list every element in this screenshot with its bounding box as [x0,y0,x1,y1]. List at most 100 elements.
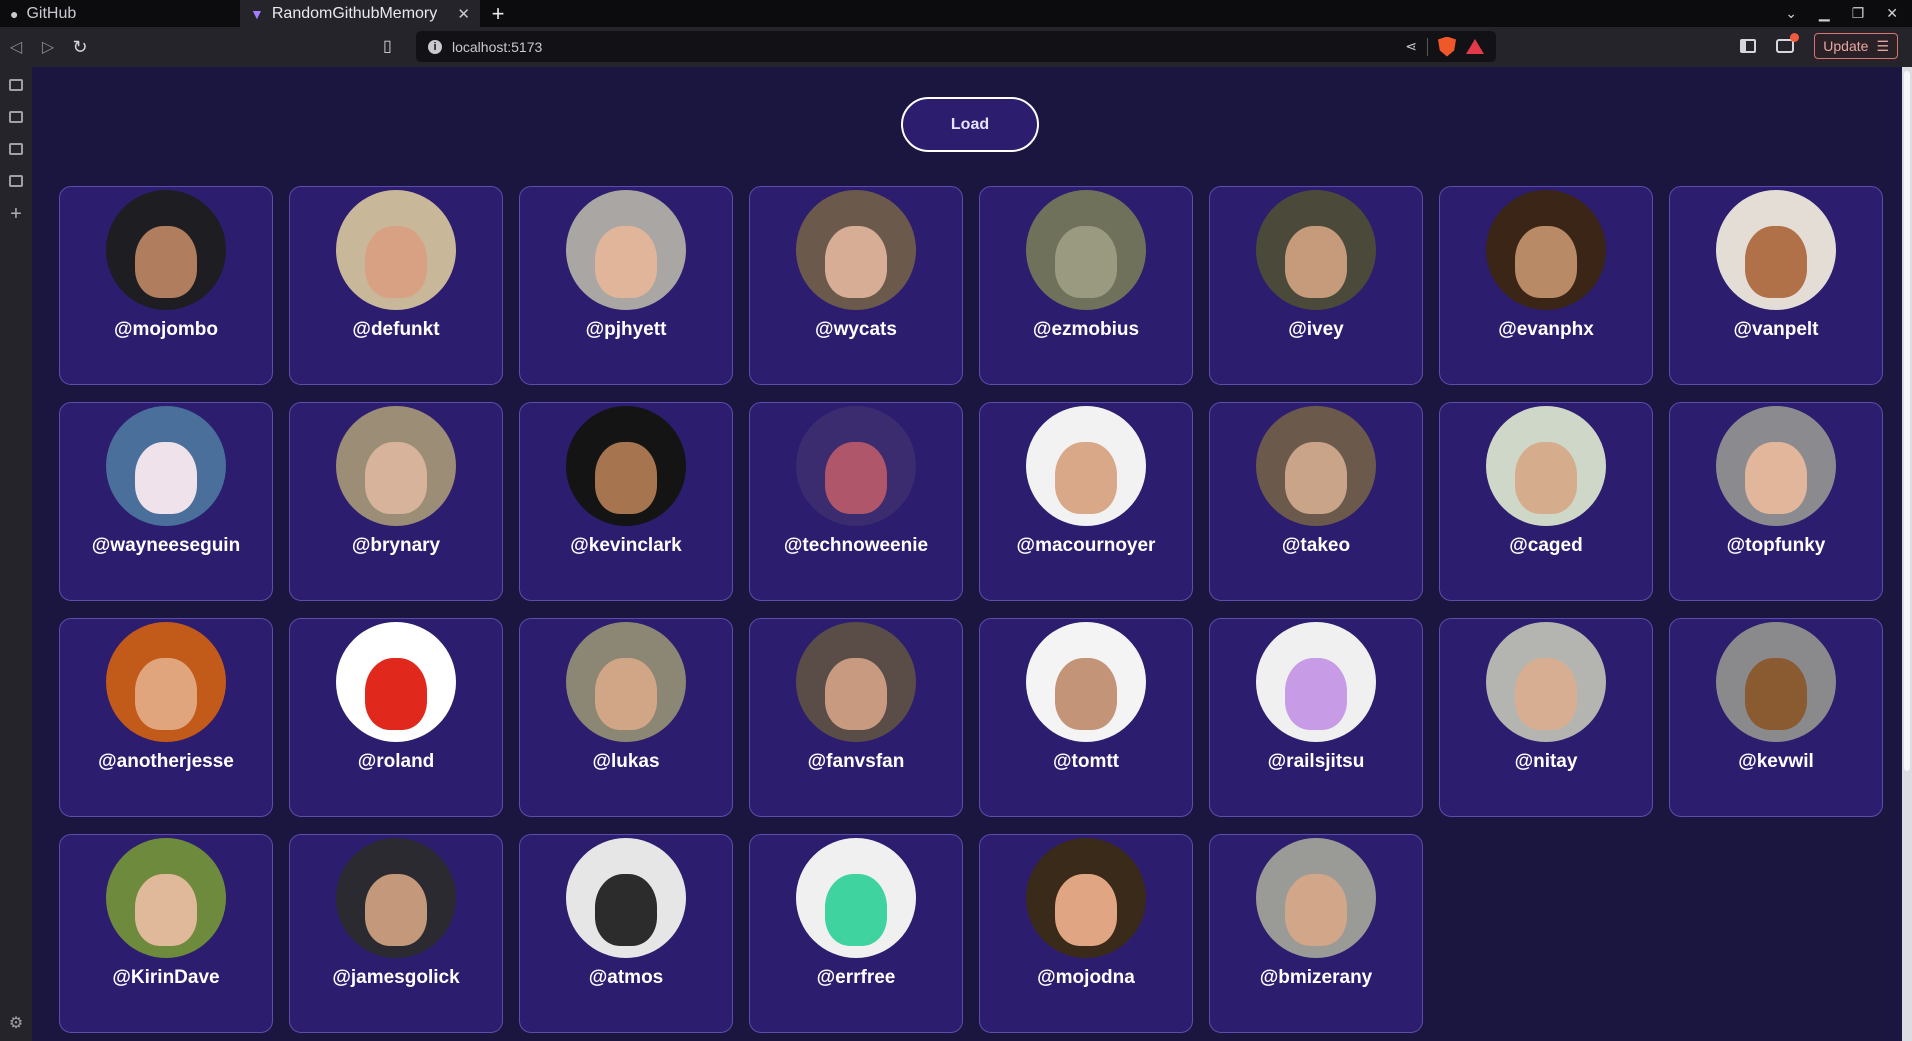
user-card[interactable]: @wycats [749,186,963,385]
user-card[interactable]: @evanphx [1439,186,1653,385]
user-card[interactable]: @mojodna [979,834,1193,1033]
username-label: @mojodna [1037,967,1135,988]
avatar-face [1285,874,1347,946]
user-card[interactable]: @anotherjesse [59,618,273,817]
tab-title: GitHub [26,4,77,22]
username-label: @defunkt [352,319,440,340]
share-icon[interactable]: ⋖ [1405,38,1417,55]
brave-shields-icon[interactable] [1438,36,1456,57]
back-icon[interactable]: ◁ [0,37,32,57]
username-label: @tomtt [1052,751,1119,772]
bookmark-icon[interactable]: ▯ [383,36,392,56]
user-card[interactable]: @takeo [1209,402,1423,601]
avatar-face [365,874,427,946]
user-avatar [106,190,226,310]
user-avatar [1256,838,1376,958]
username-label: @ivey [1288,319,1344,340]
scrollbar-thumb[interactable] [1904,71,1910,771]
username-label: @roland [357,751,435,772]
avatar-face [1055,658,1117,730]
user-card[interactable]: @fanvsfan [749,618,963,817]
user-avatar [566,622,686,742]
avatar-face [135,226,197,298]
site-info-icon[interactable]: i [428,39,442,54]
close-tab-icon[interactable]: ✕ [457,5,470,23]
update-button[interactable]: Update ☰ [1814,33,1898,59]
settings-gear-icon[interactable]: ⚙ [9,1013,23,1033]
tab-randomgithubmemory[interactable]: ▼ RandomGithubMemory ✕ [240,0,480,27]
avatar-face [135,658,197,730]
menu-icon: ☰ [1876,37,1889,54]
user-card[interactable]: @errfree [749,834,963,1033]
user-card[interactable]: @atmos [519,834,733,1033]
avatar-face [1055,226,1117,298]
user-card[interactable]: @bmizerany [1209,834,1423,1033]
avatar-face [135,442,197,514]
new-tab-button[interactable]: + [480,0,516,27]
avatar-face [825,874,887,946]
user-avatar [1716,622,1836,742]
user-card[interactable]: @pjhyett [519,186,733,385]
reload-icon[interactable]: ↻ [64,37,96,58]
user-avatar [1486,406,1606,526]
user-avatar [336,406,456,526]
user-avatar [796,406,916,526]
username-label: @evanphx [1498,319,1594,340]
user-card[interactable]: @KirinDave [59,834,273,1033]
tab-search-icon[interactable]: ⌄ [1785,5,1797,22]
brave-rewards-icon[interactable] [1466,39,1484,54]
user-avatar [1716,190,1836,310]
sidebar-toggle-icon[interactable] [1740,39,1757,53]
username-label: @fanvsfan [807,751,905,772]
username-label: @brynary [351,535,441,556]
notification-dot [1790,33,1800,42]
video-icon[interactable] [9,79,23,91]
user-card[interactable]: @railsjitsu [1209,618,1423,817]
user-card[interactable]: @wayneeseguin [59,402,273,601]
url-text[interactable]: localhost:5173 [452,39,1395,55]
avatar-face [1055,874,1117,946]
add-panel-icon[interactable]: + [10,204,22,224]
load-button[interactable]: Load [901,97,1039,152]
user-avatar [336,838,456,958]
reading-list-icon[interactable] [9,175,23,187]
close-window-icon[interactable]: ✕ [1886,5,1898,22]
tab-github[interactable]: ● GitHub [0,0,240,27]
user-card[interactable]: @topfunky [1669,402,1883,601]
user-card[interactable]: @brynary [289,402,503,601]
user-card[interactable]: @macournoyer [979,402,1193,601]
user-avatar [566,190,686,310]
wallet-icon[interactable] [1776,33,1800,53]
user-card[interactable]: @vanpelt [1669,186,1883,385]
user-card[interactable]: @ezmobius [979,186,1193,385]
user-card[interactable]: @jamesgolick [289,834,503,1033]
avatar-face [1285,226,1347,298]
user-card[interactable]: @technoweenie [749,402,963,601]
user-card[interactable]: @lukas [519,618,733,817]
avatar-face [1285,658,1347,730]
restore-icon[interactable]: ❐ [1852,5,1865,22]
user-card[interactable]: @mojombo [59,186,273,385]
user-card[interactable]: @kevwil [1669,618,1883,817]
user-card[interactable]: @nitay [1439,618,1653,817]
forward-icon[interactable]: ▷ [32,37,64,57]
user-card[interactable]: @caged [1439,402,1653,601]
user-grid: @mojombo @defunkt @pjhyett @wycats @ezmobius… [59,186,1883,1033]
user-card[interactable]: @kevinclark [519,402,733,601]
bookmarks-icon[interactable] [9,143,23,155]
user-avatar [1256,190,1376,310]
wallet-panel-icon[interactable] [9,111,23,123]
minimize-icon[interactable]: ▁ [1819,5,1830,22]
address-bar[interactable]: i localhost:5173 ⋖ [416,31,1496,62]
user-card[interactable]: @defunkt [289,186,503,385]
user-card[interactable]: @tomtt [979,618,1193,817]
avatar-face [1515,226,1577,298]
page-scrollbar[interactable] [1902,67,1912,1041]
user-card[interactable]: @roland [289,618,503,817]
user-avatar [796,622,916,742]
avatar-face [595,442,657,514]
username-label: @lukas [592,751,660,772]
user-card[interactable]: @ivey [1209,186,1423,385]
username-label: @topfunky [1726,535,1826,556]
user-avatar [796,838,916,958]
